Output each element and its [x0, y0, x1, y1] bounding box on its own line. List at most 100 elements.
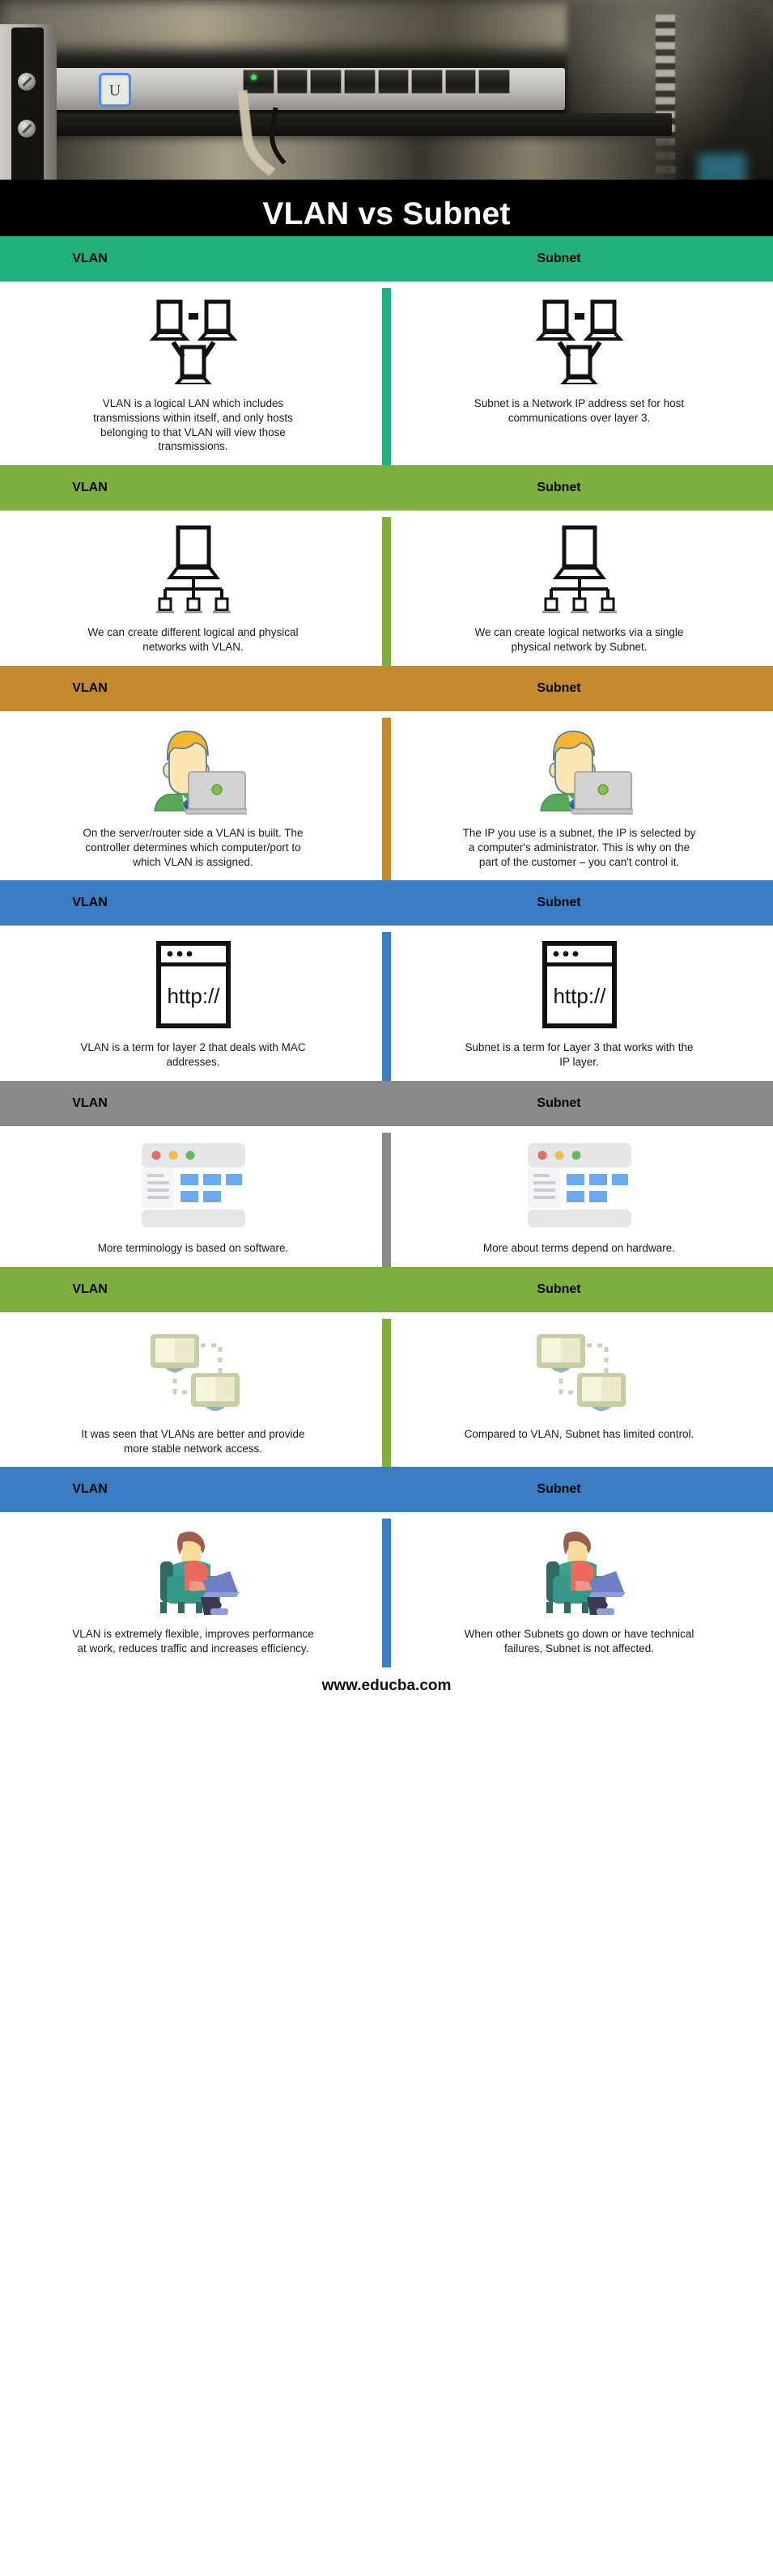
network-peer-monitors-icon: [531, 293, 628, 388]
comparison-section-3: VLAN Subnet On the server/router side a …: [0, 665, 773, 881]
section-1-right-label: Subnet: [537, 252, 581, 265]
section-7-left-pane: VLAN is extremely flexible, improves per…: [0, 1512, 386, 1667]
server-rack-photo: U: [0, 0, 773, 192]
section-1-right-pane: Subnet is a Network IP address set for h…: [386, 282, 772, 465]
section-1-left-text: VLAN is a logical LAN which includes tra…: [93, 397, 293, 453]
ethernet-port: [478, 70, 510, 94]
section-7-right-pane: When other Subnets go down or have techn…: [386, 1512, 772, 1667]
network-tree-monitors-icon: [149, 522, 238, 617]
section-4-divider: [382, 932, 391, 1081]
browser-http-icon: http://: [542, 937, 618, 1032]
switch-brand-logo: U: [99, 73, 131, 107]
section-4-right-label: Subnet: [537, 896, 581, 910]
section-2-right-label: Subnet: [537, 481, 581, 495]
section-6-divider: [382, 1318, 391, 1468]
section-1-divider: [382, 288, 391, 466]
person-with-laptop-icon: [526, 722, 633, 818]
section-2-divider: [382, 517, 391, 666]
section-7-left-text: VLAN is extremely flexible, improves per…: [72, 1628, 314, 1655]
comparison-section-2: VLAN Subnet We can create different logi…: [0, 465, 773, 666]
website-url: www.educba.com: [321, 1677, 452, 1694]
section-2-left-pane: We can create different logical and phys…: [0, 511, 386, 666]
comparison-section-7: VLAN Subnet VLAN is extremely flexible, …: [0, 1467, 773, 1667]
section-6-right-pane: Compared to VLAN, Subnet has limited con…: [386, 1312, 772, 1468]
footer: www.educba.com: [0, 1667, 773, 1708]
section-7-right-label: Subnet: [537, 1482, 581, 1497]
connected-monitors-dashed-icon: [529, 1324, 631, 1419]
network-peer-monitors-icon: [145, 293, 242, 388]
section-4-left-text: VLAN is a term for layer 2 that deals wi…: [80, 1041, 306, 1069]
section-body-4: http:// VLAN is a term for layer 2 that …: [0, 926, 773, 1081]
section-3-right-pane: The IP you use is a subnet, the IP is se…: [386, 711, 772, 880]
section-5-left-pane: More terminology is based on software.: [0, 1126, 386, 1267]
section-3-left-pane: On the server/router side a VLAN is buil…: [0, 711, 386, 880]
page-title: VLAN vs Subnet: [262, 196, 511, 231]
comparison-section-1: VLAN Subnet VLAN is a logical LAN which …: [0, 236, 773, 466]
section-4-left-label: VLAN: [72, 896, 108, 910]
browser-dashboard-wireframe-icon: [526, 1138, 633, 1233]
section-header-2: VLAN Subnet: [0, 465, 773, 511]
section-1-right-text: Subnet is a Network IP address set for h…: [474, 397, 685, 424]
section-6-right-text: Compared to VLAN, Subnet has limited con…: [464, 1427, 694, 1440]
section-3-right-text: The IP you use is a subnet, the IP is se…: [462, 826, 696, 868]
browser-http-label: http://: [553, 984, 606, 1008]
section-4-right-text: Subnet is a term for Layer 3 that works …: [465, 1041, 694, 1069]
section-7-divider: [382, 1519, 391, 1667]
section-6-left-pane: It was seen that VLANs are better and pr…: [0, 1312, 386, 1468]
comparison-section-4: VLAN Subnet http:// VLAN is a term for l…: [0, 880, 773, 1081]
section-2-right-text: We can create logical networks via a sin…: [474, 626, 684, 654]
comparison-section-5: VLAN Subnet More terminology is based on…: [0, 1080, 773, 1267]
ethernet-port: [444, 70, 477, 94]
section-body-5: More terminology is based on software. M…: [0, 1125, 773, 1267]
section-4-left-pane: http:// VLAN is a term for layer 2 that …: [0, 926, 386, 1081]
person-in-armchair-laptop-icon: [142, 1523, 244, 1619]
section-3-left-text: On the server/router side a VLAN is buil…: [83, 826, 304, 868]
section-1-left-pane: VLAN is a logical LAN which includes tra…: [0, 282, 386, 465]
section-7-right-text: When other Subnets go down or have techn…: [464, 1628, 694, 1655]
section-5-right-text: More about terms depend on hardware.: [482, 1241, 676, 1254]
section-5-divider: [382, 1132, 391, 1267]
infographic-page: U VLAN vs Subnet VLAN Subnet VLAN is a l…: [0, 0, 773, 2576]
rack-screw-icon: [18, 120, 36, 138]
port-status-led: [251, 74, 257, 80]
person-in-armchair-laptop-icon: [529, 1523, 631, 1619]
section-7-left-label: VLAN: [72, 1482, 108, 1497]
photo-dark-base: [0, 180, 773, 192]
section-header-1: VLAN Subnet: [0, 236, 773, 282]
rack-screw-icon: [18, 73, 36, 91]
connected-monitors-dashed-icon: [142, 1324, 244, 1419]
section-5-right-pane: More about terms depend on hardware.: [386, 1126, 772, 1267]
section-6-left-text: It was seen that VLANs are better and pr…: [81, 1427, 305, 1455]
section-6-left-label: VLAN: [72, 1282, 108, 1296]
section-header-5: VLAN Subnet: [0, 1080, 773, 1126]
network-tree-monitors-icon: [535, 522, 624, 617]
section-header-6: VLAN Subnet: [0, 1266, 773, 1312]
section-2-left-text: We can create different logical and phys…: [87, 626, 299, 654]
section-6-right-label: Subnet: [537, 1282, 581, 1296]
browser-http-label: http://: [167, 984, 220, 1008]
section-3-divider: [382, 717, 391, 881]
comparison-section-6: VLAN Subnet It was seen that VLANs are b…: [0, 1266, 773, 1468]
section-header-4: VLAN Subnet: [0, 880, 773, 926]
section-body-1: VLAN is a logical LAN which includes tra…: [0, 282, 773, 466]
section-header-7: VLAN Subnet: [0, 1467, 773, 1513]
section-body-6: It was seen that VLANs are better and pr…: [0, 1311, 773, 1468]
photo-rack-rail-left: [11, 28, 44, 189]
section-4-right-pane: http:// Subnet is a term for Layer 3 tha…: [386, 926, 772, 1081]
section-5-left-label: VLAN: [72, 1095, 108, 1110]
section-3-right-label: Subnet: [537, 680, 581, 695]
person-with-laptop-icon: [140, 722, 247, 818]
browser-http-icon: http://: [155, 937, 231, 1032]
section-2-left-label: VLAN: [72, 481, 108, 495]
title-banner: VLAN vs Subnet: [0, 192, 773, 236]
browser-dashboard-wireframe-icon: [140, 1138, 247, 1233]
section-body-7: VLAN is extremely flexible, improves per…: [0, 1512, 773, 1667]
section-body-2: We can create different logical and phys…: [0, 511, 773, 666]
section-5-right-label: Subnet: [537, 1095, 581, 1110]
section-2-right-pane: We can create logical networks via a sin…: [386, 511, 772, 666]
section-header-3: VLAN Subnet: [0, 665, 773, 711]
section-1-left-label: VLAN: [72, 252, 108, 265]
section-3-left-label: VLAN: [72, 680, 108, 695]
section-5-left-text: More terminology is based on software.: [97, 1241, 289, 1254]
hero-photo-banner: U: [0, 0, 773, 192]
